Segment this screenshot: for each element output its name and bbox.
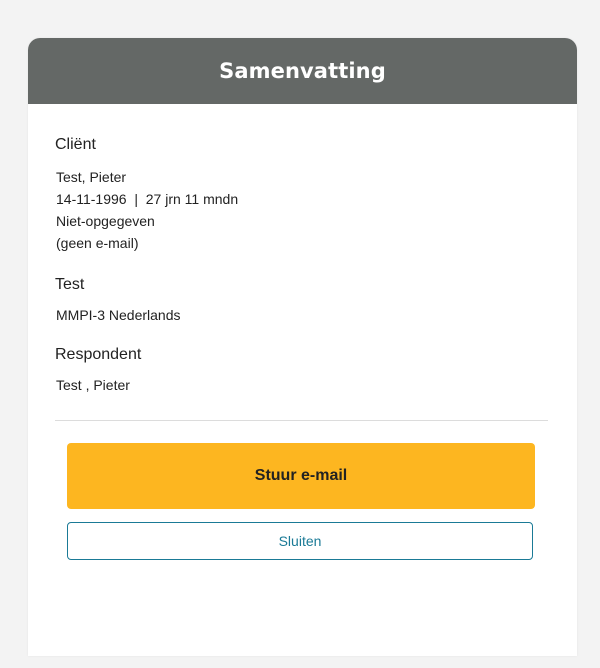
client-name: Test, Pieter [56, 169, 127, 185]
client-details: Test, Pieter 14-11-1996 | 27 jrn 11 mndn… [55, 166, 550, 254]
card-header: Samenvatting [28, 38, 577, 104]
divider [55, 420, 548, 421]
test-name: MMPI-3 Nederlands [56, 307, 181, 323]
test-details: MMPI-3 Nederlands [55, 304, 550, 326]
client-birthdate-age: 14-11-1996 | 27 jrn 11 mndn [56, 191, 239, 207]
respondent-name: Test , Pieter [56, 377, 130, 393]
client-email: (geen e-mail) [56, 235, 139, 251]
respondent-section-title: Respondent [55, 346, 142, 363]
close-button[interactable]: Sluiten [67, 522, 533, 560]
card-body: Cliënt Test, Pieter 14-11-1996 | 27 jrn … [28, 136, 577, 560]
summary-card: Samenvatting Cliënt Test, Pieter 14-11-1… [28, 38, 577, 656]
respondent-details: Test , Pieter [55, 374, 550, 396]
client-gender: Niet-opgegeven [56, 213, 155, 229]
test-section-title: Test [55, 276, 85, 293]
client-section-title: Cliënt [55, 136, 96, 153]
send-email-button[interactable]: Stuur e-mail [67, 443, 535, 509]
page-title: Samenvatting [219, 59, 386, 83]
